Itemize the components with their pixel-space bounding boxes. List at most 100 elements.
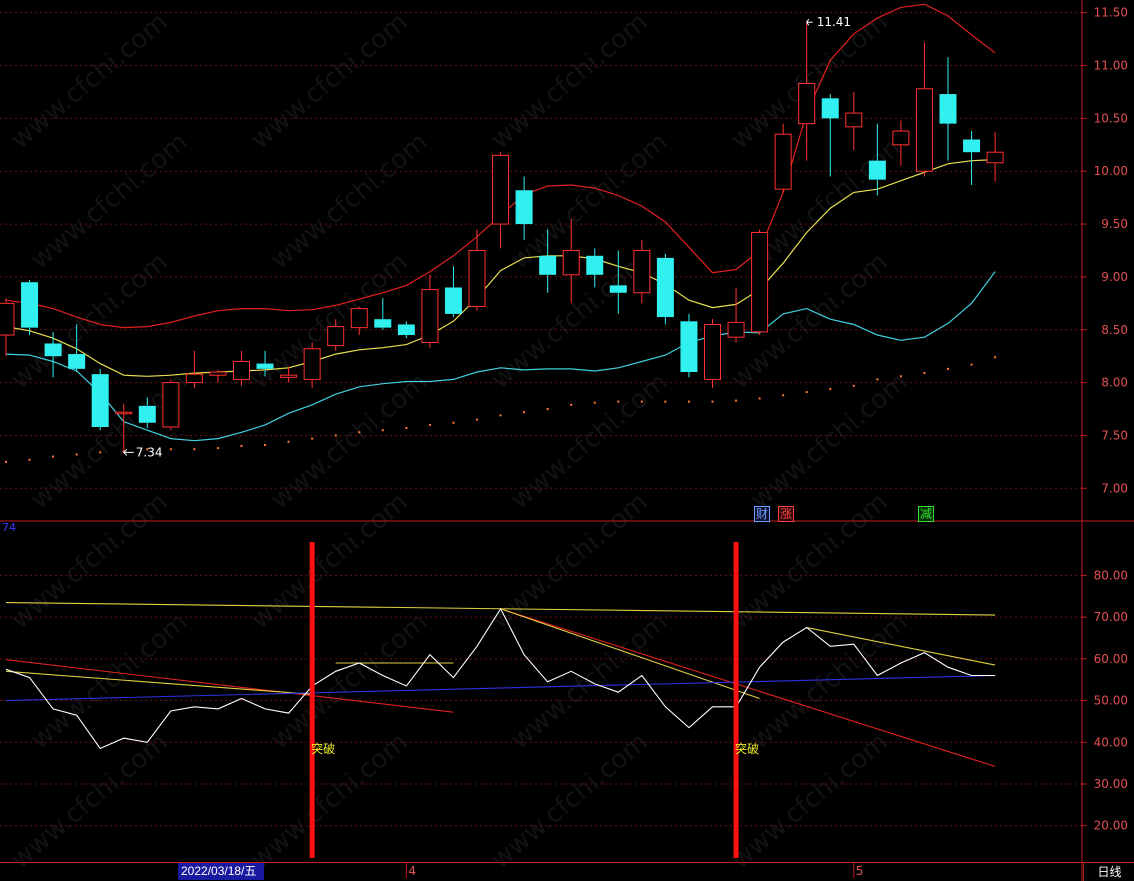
x-tick-label: 4 xyxy=(408,864,416,878)
sar-dot xyxy=(28,458,31,461)
annotation-low: 7.34 xyxy=(136,445,163,459)
candle-body xyxy=(444,287,462,314)
candle-body xyxy=(609,285,627,293)
y-tick-label: 10.00 xyxy=(1094,164,1128,178)
candle-body xyxy=(986,151,1004,164)
sar-dot xyxy=(570,403,573,406)
y-tick-label: 80.00 xyxy=(1094,568,1128,582)
event-flag[interactable]: 财 xyxy=(754,506,771,522)
candle xyxy=(162,379,180,431)
annotation-arrow xyxy=(806,18,813,26)
candle-body xyxy=(468,249,486,308)
sar-dot xyxy=(476,418,478,421)
signal-label: 突破 xyxy=(311,741,335,756)
watermark-text: www.cfchi.com xyxy=(245,487,414,635)
sar-dot xyxy=(899,375,902,378)
sar-dot xyxy=(852,384,855,387)
candle xyxy=(209,369,227,383)
candle-body xyxy=(21,282,39,328)
candle xyxy=(751,229,769,336)
sar-dot xyxy=(617,400,620,403)
candle-body xyxy=(44,343,62,357)
candle xyxy=(421,274,439,348)
candle-body xyxy=(138,405,156,423)
sar-dot xyxy=(782,394,785,397)
stock-chart[interactable]: www.cfchi.com www.cfchi.com www.cfchi.com w… xyxy=(0,0,1134,881)
sar-dot xyxy=(216,447,219,450)
candle xyxy=(798,22,816,161)
candle-body xyxy=(350,308,368,329)
sar-dot xyxy=(876,378,879,381)
y-tick-label: 9.50 xyxy=(1101,217,1128,231)
y-tick-label: 70.00 xyxy=(1094,610,1128,624)
watermark-text: www.cfchi.com xyxy=(5,7,174,155)
watermark-text: www.cfchi.com xyxy=(245,7,414,155)
sar-dot xyxy=(358,431,361,434)
candle xyxy=(915,42,933,177)
watermark-text: www.cfchi.com xyxy=(485,7,654,155)
trend-line xyxy=(5,674,996,702)
sar-dot xyxy=(970,363,973,366)
candle xyxy=(680,313,698,378)
signal-bar xyxy=(733,542,739,858)
sar-dot xyxy=(735,399,738,402)
sar-dot xyxy=(5,460,7,463)
lower-grid xyxy=(0,574,1082,827)
candle-body xyxy=(751,232,769,333)
y-tick-label: 11.50 xyxy=(1094,6,1128,20)
y-tick-label: 60.00 xyxy=(1094,652,1128,666)
candle xyxy=(91,368,109,431)
watermark-text: www.cfchi.com xyxy=(5,487,174,635)
candle xyxy=(963,131,981,185)
watermark-text: www.cfchi.com xyxy=(485,487,654,635)
sar-dot xyxy=(994,356,997,359)
candle-body xyxy=(586,255,604,275)
sar-dot xyxy=(381,429,384,432)
sar-dot xyxy=(546,408,549,411)
indicator-corner-label: 74 xyxy=(2,521,16,534)
candle xyxy=(774,123,792,193)
candle-body xyxy=(303,348,321,380)
candle xyxy=(233,350,250,386)
candle-body xyxy=(327,326,345,347)
candle-body xyxy=(280,374,298,378)
signal-bar xyxy=(309,542,315,858)
x-tick-label: 5 xyxy=(855,864,864,878)
candle xyxy=(845,91,863,151)
candle xyxy=(821,94,839,177)
sar-dot xyxy=(240,445,243,448)
y-tick-label: 50.00 xyxy=(1094,694,1128,708)
candle-body xyxy=(704,323,721,380)
y-tick-label: 9.00 xyxy=(1101,270,1128,284)
watermark-text: www.cfchi.com xyxy=(745,127,914,275)
y-tick-label: 7.00 xyxy=(1101,481,1128,495)
candle-body xyxy=(397,324,415,336)
y-tick-label: 11.00 xyxy=(1094,59,1128,73)
sar-dot xyxy=(593,401,596,404)
sar-dot xyxy=(711,400,714,403)
event-flag[interactable]: 减 xyxy=(918,506,935,522)
candle xyxy=(492,152,510,249)
event-flag[interactable]: 涨 xyxy=(778,506,795,522)
candle-body xyxy=(680,321,698,373)
candle-body xyxy=(185,373,203,384)
candle xyxy=(727,287,745,343)
period-tab[interactable]: 日线 xyxy=(1083,863,1134,881)
candle xyxy=(397,321,415,339)
candle xyxy=(185,350,203,388)
watermark-text: www.cfchi.com xyxy=(485,727,654,875)
candle-body xyxy=(798,82,816,125)
candle-body xyxy=(845,112,863,128)
candle xyxy=(303,342,321,388)
candle-body xyxy=(821,98,839,119)
sar-dot xyxy=(687,400,690,403)
candle-body xyxy=(939,94,957,124)
watermark-text: www.cfchi.com xyxy=(5,727,174,875)
candle-body xyxy=(162,382,180,428)
sar-dot xyxy=(428,423,431,426)
candle-body xyxy=(868,160,886,180)
candle-body xyxy=(0,302,15,336)
trend-line xyxy=(5,670,313,695)
watermark-text: www.cfchi.com xyxy=(265,127,434,275)
watermark-text: www.cfchi.com xyxy=(265,607,434,755)
